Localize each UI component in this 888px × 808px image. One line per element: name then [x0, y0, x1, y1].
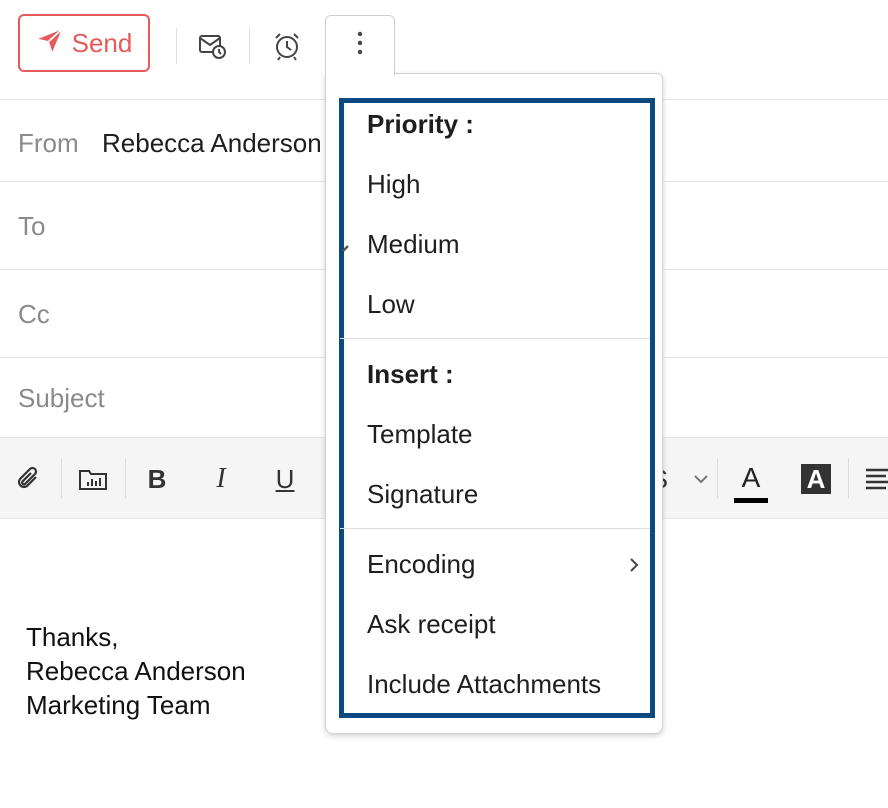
send-button[interactable]: Send	[18, 14, 150, 72]
send-label: Send	[71, 27, 133, 58]
menu-item-encoding[interactable]: Encoding	[367, 549, 475, 580]
toolbar-divider	[717, 458, 718, 498]
menu-divider	[340, 338, 650, 339]
insert-heading: Insert :	[367, 359, 454, 389]
font-color-swatch	[734, 498, 768, 503]
priority-heading: Priority :	[367, 109, 474, 139]
font-color-icon: A	[741, 462, 761, 493]
menu-item-include-attachments[interactable]: Include Attachments	[367, 669, 601, 700]
menu-divider	[340, 528, 650, 529]
toolbar-divider	[61, 458, 62, 498]
body-line[interactable]: Thanks,	[26, 620, 119, 654]
bold-button[interactable]: B	[140, 462, 174, 496]
body-line[interactable]: Rebecca Anderson	[26, 654, 246, 688]
toolbar-divider	[848, 458, 849, 498]
toolbar-divider	[176, 28, 177, 64]
chevron-down-icon[interactable]	[684, 462, 718, 496]
schedule-icon[interactable]	[195, 28, 231, 64]
subject-field[interactable]: Subject	[18, 383, 105, 414]
italic-button[interactable]: I	[204, 462, 238, 496]
cc-field[interactable]: Cc	[18, 299, 50, 330]
underline-button[interactable]: U	[268, 462, 302, 496]
from-value[interactable]: Rebecca Anderson	[102, 128, 322, 159]
toolbar-divider	[249, 28, 250, 64]
more-options-button[interactable]	[325, 15, 395, 75]
attachment-icon[interactable]	[12, 462, 46, 496]
menu-item-template[interactable]: Template	[367, 419, 473, 450]
toolbar-divider	[125, 458, 126, 498]
insert-from-cloud-icon[interactable]	[76, 462, 110, 496]
reminder-icon[interactable]	[269, 28, 305, 64]
highlight-color-button[interactable]: A	[801, 464, 831, 494]
menu-item-priority-low[interactable]: Low	[367, 289, 415, 320]
menu-item-signature[interactable]: Signature	[367, 479, 478, 510]
from-label: From	[18, 128, 79, 158]
menu-item-ask-receipt[interactable]: Ask receipt	[367, 609, 496, 640]
body-line[interactable]: Marketing Team	[26, 688, 211, 722]
menu-item-priority-medium[interactable]: Medium	[367, 229, 459, 260]
menu-item-priority-high[interactable]: High	[367, 169, 420, 200]
chevron-right-icon	[628, 556, 640, 579]
more-options-icon	[356, 30, 364, 61]
checkmark-icon	[342, 236, 360, 257]
font-color-button[interactable]: A	[734, 462, 768, 506]
align-icon[interactable]	[862, 462, 888, 496]
send-icon	[36, 26, 64, 61]
to-field[interactable]: To	[18, 211, 45, 242]
